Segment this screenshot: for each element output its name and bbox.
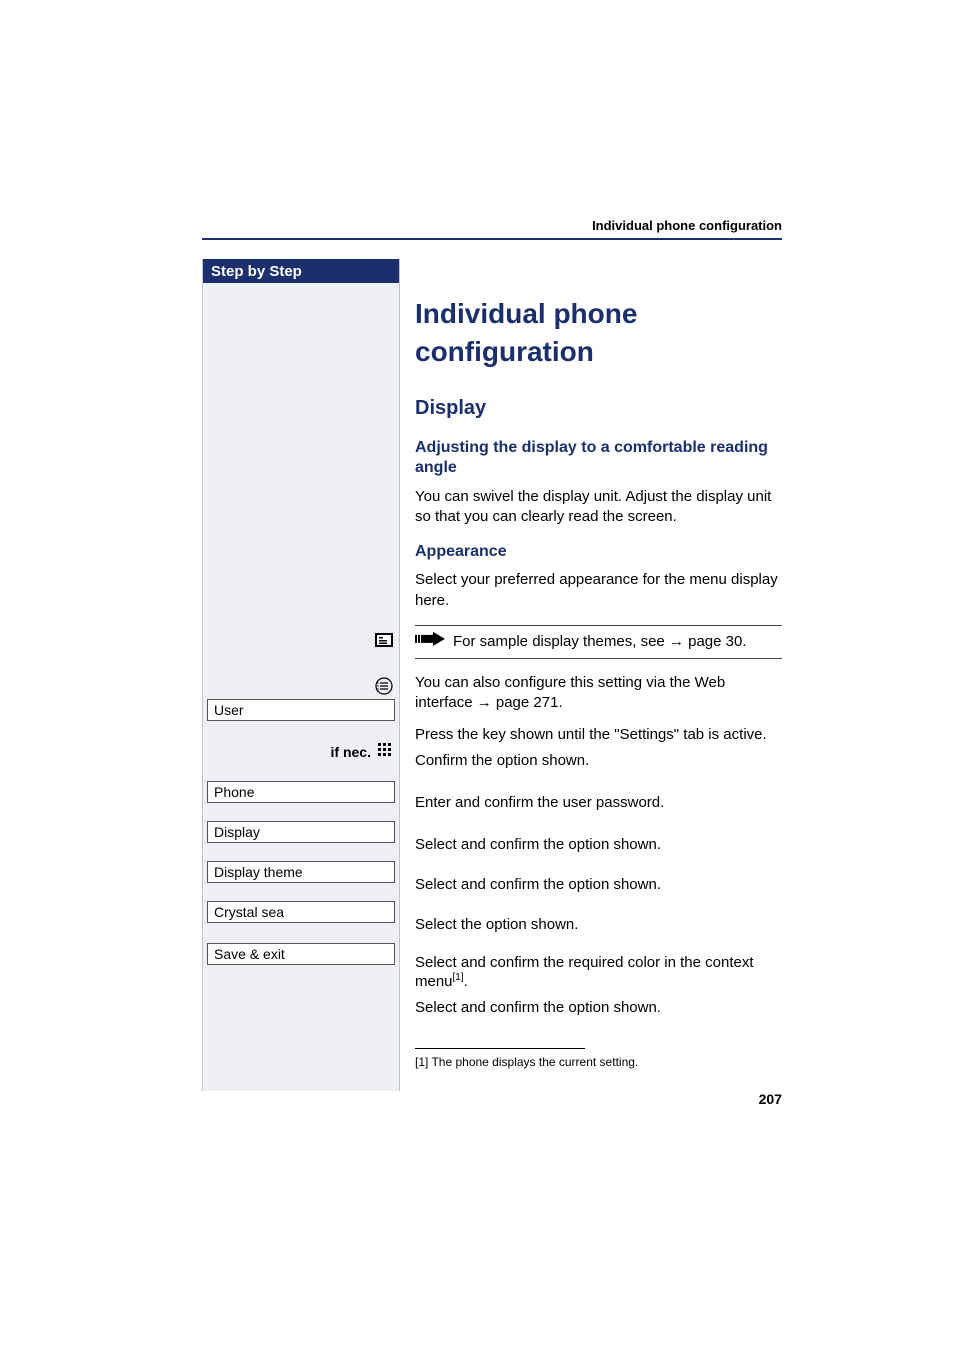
subsection-appearance: Appearance [415,542,782,563]
step-color-footref: [1] [453,972,464,983]
web-interface-icon [375,633,393,647]
sidebar-inner: User if nec. Phone [203,283,399,1091]
note-text-post: . [742,633,746,650]
web-interface-note: You can also configure this setting via … [415,673,782,714]
step-by-step-heading: Step by Step [203,259,399,283]
header-rule [202,238,782,240]
web-note-a: You can also configure this setting via … [415,674,725,711]
keypad-icon [377,742,393,761]
if-necessary-row: if nec. [331,742,393,761]
step-confirm: Confirm the option shown. [415,750,782,772]
note-arrow-icon [415,632,447,652]
footnote-rule [415,1048,585,1049]
option-crystal-sea-label: Crystal sea [214,904,284,920]
option-save-exit: Save & exit [207,943,395,965]
page-title: Individual phone configuration [415,295,782,371]
step-theme: Select the option shown. [415,914,782,936]
option-save-exit-label: Save & exit [214,946,285,962]
main-content: Individual phone configuration Display A… [415,259,782,1019]
option-phone-label: Phone [214,784,254,800]
option-display: Display [207,821,395,843]
option-display-theme-label: Display theme [214,864,303,880]
footnote-1: [1] The phone displays the current setti… [415,1055,782,1069]
section-display: Display [415,395,782,422]
settings-key-icon [375,677,393,695]
option-user-label: User [214,702,244,718]
option-user: User [207,699,395,721]
page-number: 207 [759,1091,782,1107]
option-crystal-sea: Crystal sea [207,901,395,923]
note-link[interactable]: → page 30 [669,633,742,650]
step-display: Select and confirm the option shown. [415,874,782,896]
content-columns: Step by Step User if nec. [202,259,782,1091]
option-display-label: Display [214,824,260,840]
footnote-area: [1] The phone displays the current setti… [415,1048,782,1069]
web-note-c: . [558,694,562,711]
running-head: Individual phone configuration [592,218,782,233]
manual-page: Individual phone configuration Step by S… [0,0,954,1351]
step-save: Select and confirm the option shown. [415,997,782,1019]
step-color: Select and confirm the required color in… [415,954,782,991]
step-password: Enter and confirm the user password. [415,792,782,814]
angle-body: You can swivel the display unit. Adjust … [415,487,782,528]
step-sidebar: Step by Step User if nec. [202,259,400,1091]
appearance-body: Select your preferred appearance for the… [415,570,782,611]
web-note-link[interactable]: → page 271 [477,694,559,711]
step-press-key: Press the key shown until the "Settings"… [415,724,782,746]
step-color-b: . [464,973,468,990]
option-phone: Phone [207,781,395,803]
step-phone: Select and confirm the option shown. [415,834,782,856]
subsection-angle: Adjusting the display to a comfortable r… [415,438,782,480]
note-text-pre: For sample display themes, see [453,633,669,650]
option-display-theme: Display theme [207,861,395,883]
note-box: For sample display themes, see → page 30… [415,625,782,659]
if-nec-label: if nec. [331,744,371,760]
